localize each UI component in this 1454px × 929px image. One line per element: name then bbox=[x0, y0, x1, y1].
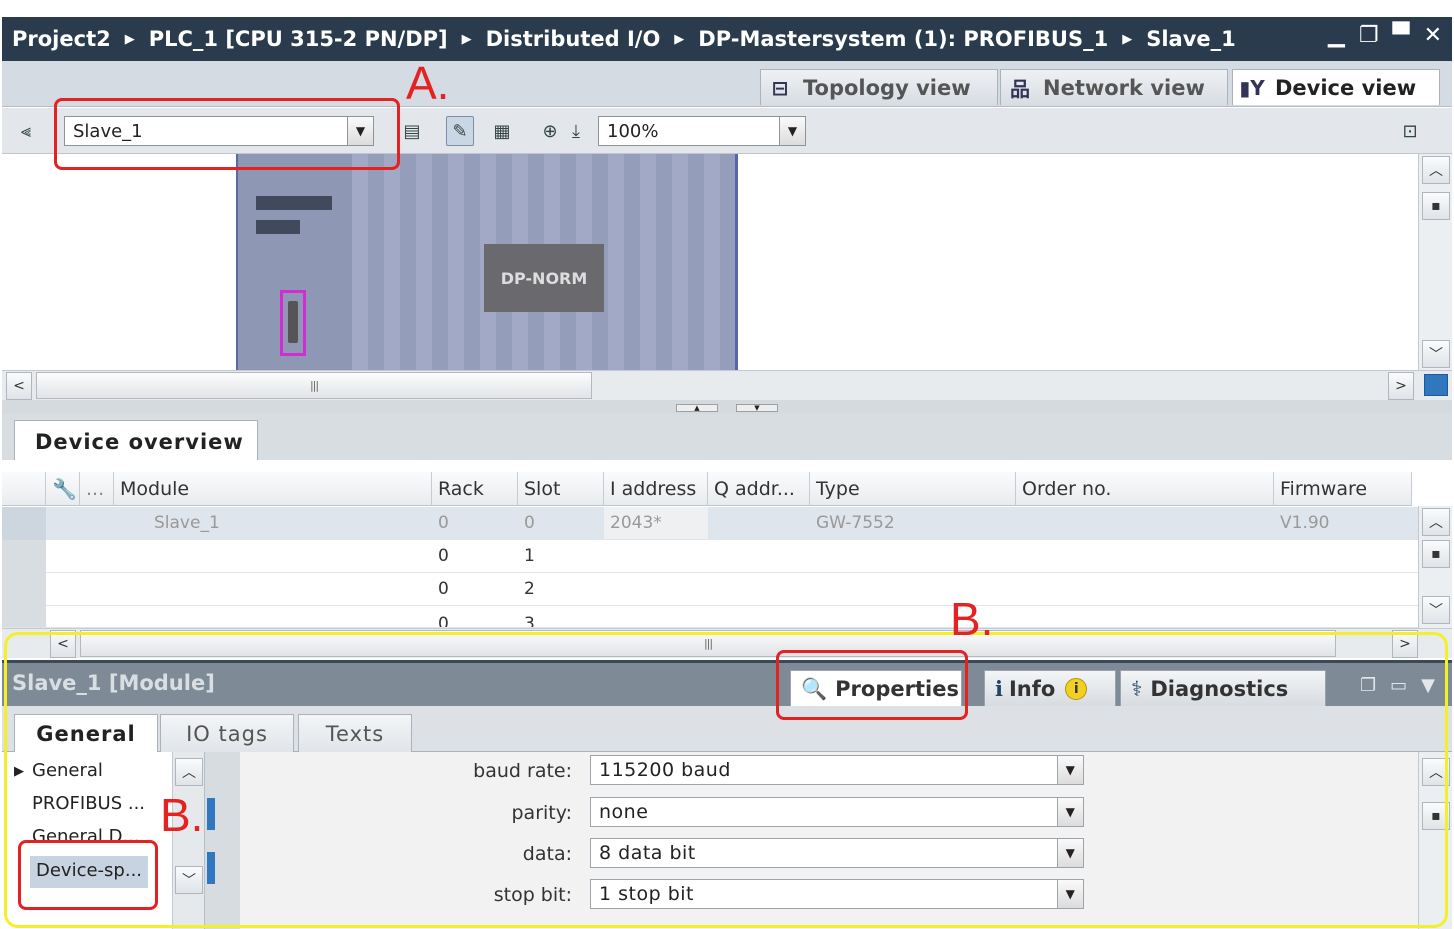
annotation-label-a: A. bbox=[406, 57, 450, 109]
header-type[interactable]: Type bbox=[810, 472, 1016, 506]
zoom-select[interactable]: 100% ▼ bbox=[598, 116, 806, 146]
device-tree-icon[interactable]: ⫷ bbox=[12, 116, 40, 146]
scroll-down-icon[interactable]: ﹀ bbox=[1422, 596, 1450, 624]
dp-port-interface[interactable] bbox=[280, 290, 306, 356]
canvas-vertical-scrollbar[interactable]: ︿ ▪ ﹀ bbox=[1418, 154, 1452, 372]
scroll-left-icon[interactable]: < bbox=[6, 372, 32, 400]
diagnostics-column-icon: 🔧 bbox=[46, 472, 80, 506]
scroll-up-icon[interactable]: ︿ bbox=[1422, 156, 1450, 184]
annotation-box-inspector bbox=[4, 632, 1448, 928]
grid-icon[interactable]: ▦ bbox=[488, 116, 516, 146]
scroll-thumb[interactable]: ||| bbox=[36, 372, 592, 399]
tab-label: Network view bbox=[1043, 75, 1205, 100]
tab-network-view[interactable]: 品 Network view bbox=[1000, 69, 1228, 105]
tab-label: Device view bbox=[1275, 75, 1417, 100]
breadcrumb-item-mastersystem[interactable]: DP-Mastersystem (1): PROFIBUS_1 bbox=[698, 27, 1108, 51]
scroll-up-icon[interactable]: ︿ bbox=[1422, 508, 1450, 536]
led-bar bbox=[256, 196, 332, 210]
table-icon[interactable]: ▤ bbox=[398, 116, 426, 146]
tab-device-view[interactable]: ▮Y Device view bbox=[1232, 69, 1440, 105]
annotation-box-properties bbox=[776, 650, 968, 720]
chevron-down-icon[interactable]: ▼ bbox=[779, 117, 805, 145]
row-selector[interactable] bbox=[2, 540, 46, 573]
minimize-icon[interactable]: ▁ bbox=[1328, 23, 1345, 48]
close-icon[interactable]: ✕ bbox=[1424, 23, 1442, 48]
cell-module: Slave_1 bbox=[154, 513, 220, 533]
table-row[interactable]: 0 1 bbox=[2, 540, 1418, 573]
cell-i-address[interactable]: 2043* bbox=[604, 507, 708, 539]
zoom-value: 100% bbox=[607, 120, 659, 142]
cell-rack: 0 bbox=[438, 546, 449, 566]
annotation-box-device-specific bbox=[18, 840, 158, 910]
breadcrumb-item-project[interactable]: Project2 bbox=[12, 27, 111, 51]
scroll-down-icon[interactable]: ﹀ bbox=[1422, 340, 1450, 368]
row-selector[interactable] bbox=[2, 573, 46, 606]
network-icon: 品 bbox=[1010, 77, 1030, 101]
chevron-right-icon: ▶ bbox=[1122, 31, 1133, 47]
cell-slot: 1 bbox=[524, 546, 535, 566]
table-row[interactable]: 0 2 bbox=[2, 573, 1418, 606]
draw-icon[interactable]: ✎ bbox=[446, 116, 474, 146]
cell-slot: 3 bbox=[524, 614, 535, 628]
row-selector[interactable] bbox=[2, 507, 46, 540]
tab-topology-view[interactable]: ⊟ Topology view bbox=[760, 69, 998, 105]
breadcrumb-item-slave[interactable]: Slave_1 bbox=[1146, 27, 1236, 51]
device-overview-tabbar: Device overview bbox=[2, 414, 1452, 462]
header-firmware[interactable]: Firmware bbox=[1274, 472, 1412, 506]
cell-rack: 0 bbox=[438, 614, 449, 628]
breadcrumb-item-plc[interactable]: PLC_1 [CPU 315-2 PN/DP] bbox=[149, 27, 448, 51]
led-bar bbox=[256, 220, 300, 234]
cell-type: GW-7552 bbox=[816, 513, 895, 533]
scroll-thumb[interactable]: ▪ bbox=[1422, 192, 1450, 220]
cell-firmware: V1.90 bbox=[1280, 513, 1330, 533]
header-order-no[interactable]: Order no. bbox=[1016, 472, 1274, 506]
panel-toggle-icon[interactable]: ⊡ bbox=[1396, 116, 1424, 146]
table-vertical-scrollbar[interactable]: ︿ ▪ ﹀ bbox=[1418, 506, 1452, 628]
breadcrumb: Project2 ▶ PLC_1 [CPU 315-2 PN/DP] ▶ Dis… bbox=[2, 17, 1452, 61]
header-blank bbox=[2, 472, 46, 506]
table-row[interactable]: 0 3 bbox=[2, 606, 1418, 628]
chevron-right-icon: ▶ bbox=[674, 31, 685, 47]
header-i-address[interactable]: I address bbox=[604, 472, 708, 506]
restore-icon[interactable]: ❐ bbox=[1359, 23, 1379, 48]
scroll-right-icon[interactable]: > bbox=[1388, 372, 1414, 400]
header-q-address[interactable]: Q addr... bbox=[708, 472, 810, 506]
canvas-horizontal-scrollbar[interactable]: < ||| > bbox=[2, 370, 1452, 400]
rack-module-area[interactable]: DP-NORM bbox=[352, 154, 738, 370]
breadcrumb-item-distributed-io[interactable]: Distributed I/O bbox=[486, 27, 661, 51]
port-connector bbox=[288, 301, 298, 343]
collapse-down-icon[interactable]: ▼ bbox=[736, 404, 778, 412]
collapse-up-icon[interactable]: ▲ bbox=[676, 404, 718, 412]
device-overview-table: 🔧 ... Module Rack Slot I address Q addr.… bbox=[2, 460, 1418, 628]
topology-icon: ⊟ bbox=[771, 75, 789, 100]
cell-slot: 2 bbox=[524, 579, 535, 599]
cell-rack: 0 bbox=[438, 579, 449, 599]
tab-device-overview[interactable]: Device overview bbox=[14, 420, 258, 462]
maximize-icon[interactable]: ▀ bbox=[1393, 23, 1410, 48]
cell-rack: 0 bbox=[438, 513, 449, 533]
row-selector[interactable] bbox=[2, 606, 46, 627]
annotation-label-b-nav: B. bbox=[160, 789, 204, 841]
annotation-box-a bbox=[54, 98, 400, 170]
table-row[interactable]: Slave_1 0 0 2043* GW-7552 V1.90 bbox=[2, 507, 1418, 540]
device-icon: ▮Y bbox=[1239, 75, 1265, 100]
tab-label: Topology view bbox=[803, 75, 971, 100]
module-dp-norm[interactable]: DP-NORM bbox=[484, 244, 604, 312]
cell-slot: 0 bbox=[524, 513, 535, 533]
header-slot[interactable]: Slot bbox=[518, 472, 604, 506]
splitter[interactable]: ▲ ▼ bbox=[2, 400, 1452, 414]
header-rack[interactable]: Rack bbox=[432, 472, 518, 506]
zoom-in-icon[interactable]: ⊕ bbox=[536, 116, 564, 146]
overview-navigation-icon[interactable] bbox=[1424, 374, 1448, 396]
download-icon[interactable]: ⤓ bbox=[564, 116, 588, 146]
chevron-right-icon: ▶ bbox=[124, 31, 135, 47]
scroll-thumb[interactable]: ▪ bbox=[1422, 540, 1450, 568]
header-module[interactable]: Module bbox=[114, 472, 432, 506]
annotation-label-b-properties: B. bbox=[950, 593, 994, 645]
header-dots[interactable]: ... bbox=[80, 472, 114, 506]
rack-slot-head[interactable] bbox=[236, 154, 352, 370]
chevron-right-icon: ▶ bbox=[461, 31, 472, 47]
